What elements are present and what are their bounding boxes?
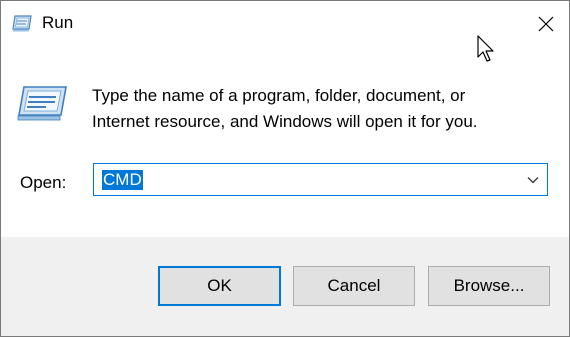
dropdown-button[interactable] xyxy=(519,164,547,195)
run-dialog-icon xyxy=(16,85,68,123)
cancel-button[interactable]: Cancel xyxy=(293,266,415,306)
browse-button[interactable]: Browse... xyxy=(428,266,550,306)
open-combobox[interactable]: CMD xyxy=(93,163,548,196)
ok-button[interactable]: OK xyxy=(158,266,281,306)
close-icon xyxy=(538,16,554,32)
open-label: Open: xyxy=(20,173,67,192)
window-title: Run xyxy=(42,13,74,32)
mouse-pointer-icon xyxy=(477,35,497,68)
instruction-line-1: Type the name of a program, folder, docu… xyxy=(92,86,466,105)
open-input[interactable]: CMD xyxy=(102,170,143,190)
run-dialog-icon xyxy=(12,15,32,32)
instruction-line-2: Internet resource, and Windows will open… xyxy=(92,112,478,131)
chevron-down-icon xyxy=(527,171,539,189)
close-button[interactable] xyxy=(523,1,569,47)
instruction-text: Type the name of a program, folder, docu… xyxy=(92,83,552,135)
run-dialog: Run Type the name of a program, folder, … xyxy=(0,0,570,337)
